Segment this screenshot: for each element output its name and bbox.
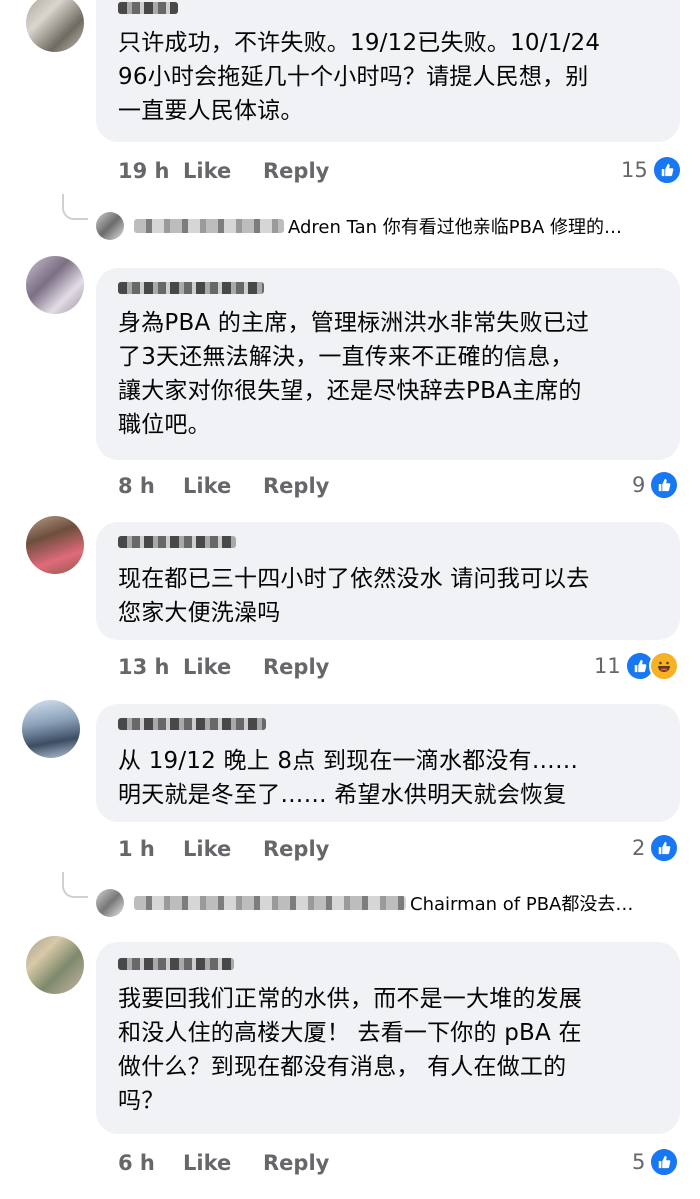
comment-bubble: 现在都已三十四小时了依然没水 请问我可以去 您家大便洗澡吗: [96, 522, 680, 640]
reply-button[interactable]: Reply: [263, 655, 329, 679]
reaction-count: 2: [632, 836, 646, 860]
avatar[interactable]: [22, 700, 80, 758]
like-button[interactable]: Like: [183, 837, 263, 861]
reply-author-name: [134, 219, 284, 233]
comment-text: 从 19/12 晚上 8点 到现在一滴水都没有…… 明天就是冬至了…… 希望水供…: [118, 748, 579, 808]
thumbs-up-icon: [651, 155, 682, 185]
comment-bubble: 身為PBA 的主席，管理柡洲洪水非常失败已过 了3天还無法解決，一直传来不正確的…: [96, 268, 680, 460]
commenter-name[interactable]: [118, 958, 234, 970]
comment-actions: 19 h Like Reply: [118, 156, 329, 186]
comment-actions: 1 h Like Reply: [118, 834, 329, 864]
avatar[interactable]: [26, 256, 84, 314]
reaction-count: 11: [594, 654, 621, 678]
reply-avatar: [96, 889, 124, 917]
reaction-summary[interactable]: 9: [632, 470, 680, 500]
reaction-count: 5: [632, 1150, 646, 1174]
avatar[interactable]: [26, 0, 84, 52]
reaction-summary[interactable]: 2: [632, 833, 680, 863]
reply-avatar: [96, 212, 124, 240]
like-button[interactable]: Like: [183, 1151, 263, 1175]
commenter-name[interactable]: [118, 2, 178, 14]
commenter-name[interactable]: [118, 718, 266, 730]
comment-time[interactable]: 1 h: [118, 837, 183, 861]
comment-text: 我要回我们正常的水供，而不是一大堆的发展 和没人住的高楼大厦！ 去看一下你的 p…: [118, 986, 582, 1114]
comment-actions: 13 h Like Reply: [118, 652, 329, 682]
avatar[interactable]: [26, 936, 84, 994]
reply-preview-text: Adren Tan 你有看过他亲临PBA 修理的…: [288, 217, 623, 238]
reply-button[interactable]: Reply: [263, 837, 329, 861]
like-button[interactable]: Like: [183, 474, 263, 498]
comment-bubble: 只许成功，不许失败。19/12已失败。10/1/24 96小时会拖延几十个小时吗…: [96, 0, 680, 142]
reply-button[interactable]: Reply: [263, 474, 329, 498]
reaction-count: 9: [632, 473, 646, 497]
avatar[interactable]: [26, 516, 84, 574]
reply-preview[interactable]: Adren Tan 你有看过他亲临PBA 修理的…: [96, 206, 622, 246]
reply-preview-text: Chairman of PBA都没去…: [410, 894, 634, 915]
comment-time[interactable]: 19 h: [118, 159, 183, 183]
comment-text: 只许成功，不许失败。19/12已失败。10/1/24 96小时会拖延几十个小时吗…: [118, 30, 601, 124]
comment-bubble: 我要回我们正常的水供，而不是一大堆的发展 和没人住的高楼大厦！ 去看一下你的 p…: [96, 942, 680, 1134]
thread-line: [62, 872, 88, 898]
thumbs-up-icon: [649, 470, 680, 500]
reply-preview[interactable]: Chairman of PBA都没去…: [96, 883, 633, 923]
comment-bubble: 从 19/12 晚上 8点 到现在一滴水都没有…… 明天就是冬至了…… 希望水供…: [96, 704, 680, 822]
thumbs-up-icon: [649, 1147, 680, 1177]
thread-line: [62, 194, 88, 220]
reaction-summary[interactable]: 15: [621, 155, 682, 185]
like-button[interactable]: Like: [183, 159, 263, 183]
reply-button[interactable]: Reply: [263, 1151, 329, 1175]
like-button[interactable]: Like: [183, 655, 263, 679]
commenter-name[interactable]: [118, 282, 264, 294]
comment-time[interactable]: 6 h: [118, 1151, 183, 1175]
comment-actions: 8 h Like Reply: [118, 471, 329, 501]
comment-text: 现在都已三十四小时了依然没水 请问我可以去 您家大便洗澡吗: [118, 566, 590, 626]
reaction-summary[interactable]: 5: [632, 1147, 680, 1177]
haha-emoji-icon: [648, 651, 679, 681]
reaction-count: 15: [621, 158, 648, 182]
commenter-name[interactable]: [118, 536, 236, 548]
comment-text: 身為PBA 的主席，管理柡洲洪水非常失败已过 了3天还無法解決，一直传来不正確的…: [118, 310, 590, 438]
comment-time[interactable]: 8 h: [118, 474, 183, 498]
thumbs-up-icon: [649, 833, 680, 863]
reply-author-name: [134, 896, 406, 910]
reaction-summary[interactable]: 11: [594, 651, 679, 681]
reply-button[interactable]: Reply: [263, 159, 329, 183]
comment-actions: 6 h Like Reply: [118, 1148, 329, 1178]
comment-time[interactable]: 13 h: [118, 655, 183, 679]
